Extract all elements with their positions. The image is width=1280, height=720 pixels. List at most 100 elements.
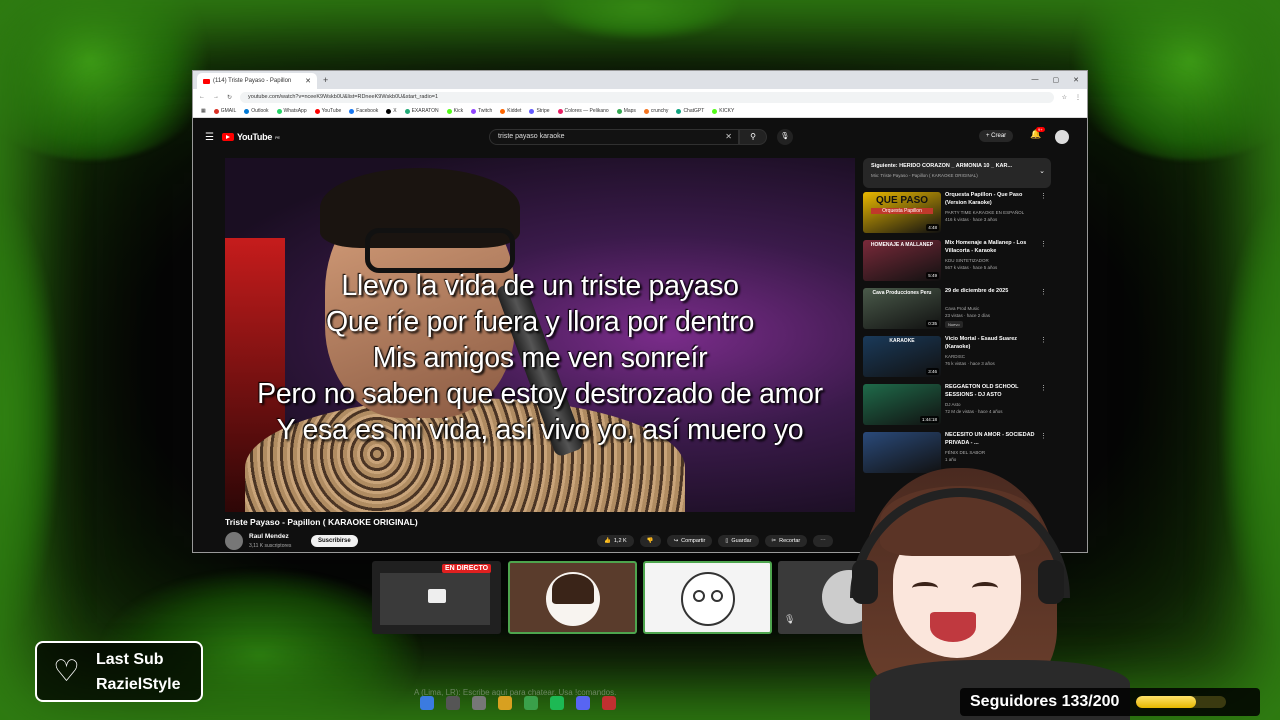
bookmark-label: Colores — Pelikano: [564, 108, 609, 114]
youtube-logo[interactable]: YouTube PE: [221, 132, 280, 142]
app-icon[interactable]: [602, 696, 616, 710]
bookmark-favicon-icon: [500, 108, 506, 114]
forward-icon[interactable]: →: [213, 94, 219, 100]
save-button[interactable]: ▯ Guardar: [718, 535, 759, 547]
search-button[interactable]: ⚲: [739, 129, 767, 145]
channel-name[interactable]: Raul Mendez: [249, 533, 289, 540]
hamburger-icon[interactable]: ☰: [205, 132, 214, 143]
participant-tile[interactable]: [508, 561, 637, 634]
related-title: Orquesta Papillon - Que Paso (Version Ka…: [945, 192, 1023, 206]
video-duration: 1:44:18: [919, 416, 939, 423]
app-icon[interactable]: [472, 696, 486, 710]
more-icon: ⋯: [820, 538, 826, 544]
bookmark-item[interactable]: Maps: [616, 108, 636, 114]
more-options-icon[interactable]: ⋮: [1040, 240, 1047, 248]
windows-start-icon[interactable]: [420, 696, 434, 710]
minimize-icon[interactable]: —: [1032, 76, 1039, 84]
more-options-icon[interactable]: ⋮: [1040, 192, 1047, 200]
menu-dots-icon[interactable]: ⋮: [1075, 94, 1081, 101]
more-options-icon[interactable]: ⋮: [1040, 288, 1047, 296]
discord-icon[interactable]: [576, 696, 590, 710]
window-controls: — ▢ ✕: [1032, 76, 1088, 84]
video-thumbnail[interactable]: 1:44:18: [863, 384, 941, 425]
bookmark-item[interactable]: Twitch: [471, 108, 492, 114]
video-player[interactable]: Llevo la vida de un triste payaso Que ríe…: [225, 158, 855, 512]
video-thumbnail[interactable]: Cava Producciones Peru 0:35: [863, 288, 941, 329]
dislike-button[interactable]: 👎: [639, 535, 661, 547]
bookmark-item[interactable]: Kiddet: [500, 108, 521, 114]
participant-screen-share[interactable]: EN DIRECTO: [372, 561, 501, 634]
new-tab-icon[interactable]: +: [323, 75, 328, 85]
vine-decoration: [540, 0, 740, 40]
maximize-icon[interactable]: ▢: [1053, 76, 1060, 84]
bookmark-item[interactable]: ChatGPT: [676, 108, 704, 114]
back-icon[interactable]: ←: [199, 94, 205, 100]
bookmark-item[interactable]: X: [386, 108, 397, 114]
search-input[interactable]: triste payaso karaoke ✕: [489, 129, 739, 145]
bookmark-item[interactable]: KICKY: [712, 108, 734, 114]
bookmark-item[interactable]: YouTube: [314, 108, 341, 114]
close-window-icon[interactable]: ✕: [1073, 76, 1079, 84]
clear-search-icon[interactable]: ✕: [725, 132, 732, 141]
subscribe-button[interactable]: Suscribirse: [311, 535, 358, 547]
related-video[interactable]: 1:44:18 REGGAETON OLD SCHOOL SESSIONS - D…: [863, 380, 1051, 428]
bookmark-favicon-icon: [712, 108, 718, 114]
vine-decoration: [0, 0, 220, 160]
related-video[interactable]: HOMENAJE A MALLANEP 5:49 Mix Homenaje a Ma…: [863, 236, 1051, 284]
bookmark-item[interactable]: GMAIL: [213, 108, 236, 114]
bookmark-favicon-icon: [643, 108, 649, 114]
account-avatar[interactable]: [1055, 130, 1069, 144]
bookmark-item[interactable]: Kick: [446, 108, 463, 114]
create-label: Crear: [991, 133, 1007, 139]
participant-avatar: [546, 572, 600, 626]
video-title: Triste Payaso - Papillon ( KARAOKE ORIGI…: [225, 517, 418, 527]
more-options-icon[interactable]: ⋮: [1040, 336, 1047, 344]
bookmark-item[interactable]: Stripe: [529, 108, 550, 114]
app-icon[interactable]: [524, 696, 538, 710]
vtuber-mouth: [930, 612, 976, 642]
vine-decoration: [0, 200, 60, 640]
channel-avatar[interactable]: [225, 532, 243, 550]
bookmark-item[interactable]: Colores — Pelikano: [557, 108, 609, 114]
reload-icon[interactable]: ↻: [227, 94, 232, 101]
apps-grid-icon[interactable]: ▦: [201, 108, 206, 114]
video-thumbnail[interactable]: QUE PASO Orquesta Papillon 4:48: [863, 192, 941, 233]
browser-tab[interactable]: (114) Triste Payaso - Papillon ✕: [197, 73, 317, 89]
related-title: Vicio Mortal - Esaud Suarez (Karaoke): [945, 336, 1018, 350]
more-options-icon[interactable]: ⋮: [1040, 432, 1047, 440]
video-thumbnail[interactable]: HOMENAJE A MALLANEP 5:49: [863, 240, 941, 281]
bookmark-item[interactable]: Outlook: [244, 108, 269, 114]
related-video[interactable]: QUE PASO Orquesta Papillon 4:48 Orquesta Pa…: [863, 188, 1051, 236]
mix-header[interactable]: Siguiente: HERIDO CORAZON _ ARMONIA 10 _…: [863, 158, 1051, 188]
video-duration: 0:35: [926, 320, 939, 327]
related-video[interactable]: KARAOKE 3:46 Vicio Mortal - Esaud Suarez (…: [863, 332, 1051, 380]
last-sub-name: RazielStyle: [96, 676, 181, 693]
folder-icon[interactable]: [498, 696, 512, 710]
bookmark-item[interactable]: EXARATON: [404, 108, 439, 114]
more-options-icon[interactable]: ⋮: [1040, 384, 1047, 392]
bookmark-item[interactable]: Facebook: [349, 108, 378, 114]
followers-progress-bar: [1136, 696, 1226, 708]
participant-tile[interactable]: [643, 561, 772, 634]
share-button[interactable]: ↪ Compartir: [666, 535, 713, 547]
related-video[interactable]: Cava Producciones Peru 0:35 29 de diciembr…: [863, 284, 1051, 332]
video-thumbnail[interactable]: KARAOKE 3:46: [863, 336, 941, 377]
scissors-icon: ✂: [771, 538, 777, 544]
mic-icon: 🎙: [780, 133, 790, 140]
more-actions-button[interactable]: ⋯: [813, 535, 833, 547]
star-icon[interactable]: ☆: [1062, 94, 1067, 101]
search-taskbar-icon[interactable]: [446, 696, 460, 710]
bookmark-item[interactable]: crunchy: [643, 108, 668, 114]
chevron-down-icon[interactable]: ⌄: [1039, 167, 1045, 175]
create-button[interactable]: + Crear: [979, 130, 1014, 142]
bookmark-item[interactable]: WhatsApp: [276, 108, 307, 114]
like-button[interactable]: 👍 1,2 K: [597, 535, 634, 547]
clip-button[interactable]: ✂ Recortar: [764, 535, 808, 547]
video-thumbnail[interactable]: [863, 432, 941, 473]
bookmark-label: WhatsApp: [283, 108, 307, 114]
voice-search-button[interactable]: 🎙: [777, 129, 793, 145]
spotify-icon[interactable]: [550, 696, 564, 710]
related-meta: 72 M de vistas · hace 4 años: [945, 409, 1003, 414]
close-tab-icon[interactable]: ✕: [305, 77, 311, 85]
url-field[interactable]: youtube.com/watch?v=nceeK9Wskb0U&list=RD…: [240, 91, 1054, 103]
